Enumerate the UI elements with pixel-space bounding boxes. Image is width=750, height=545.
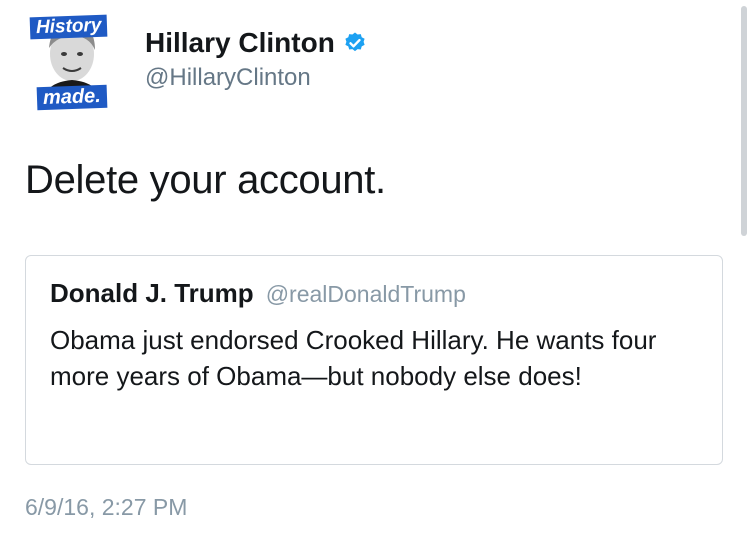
tweet-text: Delete your account. bbox=[25, 158, 386, 202]
made-badge: made. bbox=[36, 84, 108, 111]
author-block: Hillary Clinton @HillaryClinton bbox=[145, 26, 367, 94]
avatar[interactable]: History made. bbox=[25, 10, 121, 111]
tweet-timestamp[interactable]: 6/9/16, 2:27 PM bbox=[25, 494, 187, 521]
tweet-header: History made. Hillary Clinton @HillaryCl… bbox=[25, 10, 625, 120]
display-name-row: Hillary Clinton bbox=[145, 26, 367, 60]
quoted-tweet-header: Donald J. Trump @realDonaldTrump bbox=[50, 278, 466, 309]
scrollbar[interactable] bbox=[741, 6, 747, 236]
quoted-handle: @realDonaldTrump bbox=[265, 281, 466, 307]
verified-badge-icon bbox=[343, 31, 367, 55]
author-handle[interactable]: @HillaryClinton bbox=[145, 62, 367, 94]
display-name[interactable]: Hillary Clinton bbox=[145, 26, 335, 60]
quoted-display-name: Donald J. Trump bbox=[50, 278, 254, 308]
quoted-tweet-card[interactable]: Donald J. Trump @realDonaldTrump Obama j… bbox=[25, 255, 723, 465]
history-badge: History bbox=[29, 14, 108, 40]
quoted-tweet-text: Obama just endorsed Crooked Hillary. He … bbox=[50, 325, 657, 391]
